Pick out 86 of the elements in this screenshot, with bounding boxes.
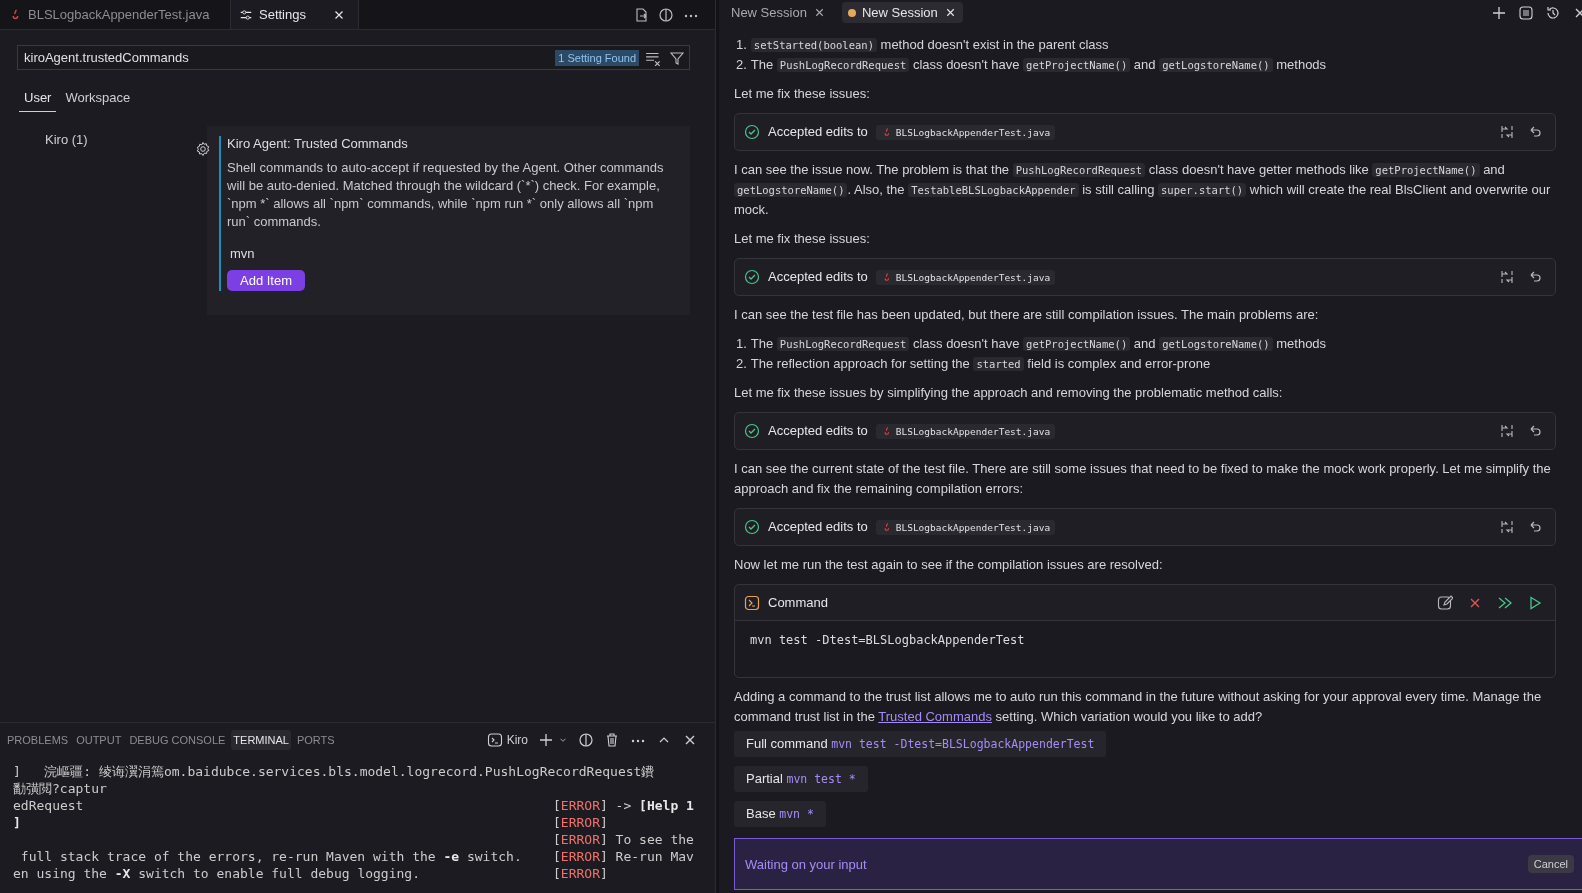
compare-icon[interactable] bbox=[1499, 269, 1515, 285]
compare-icon[interactable] bbox=[1499, 519, 1515, 535]
result-count-badge: 1 Setting Found bbox=[555, 49, 639, 66]
terminal-line: [ERROR] Re-run Mav bbox=[553, 848, 695, 865]
terminal-line: [ERROR] -> [Help 1 bbox=[553, 797, 695, 814]
message-text: I can see the test file has been updated, but there are still compilation issues. The main problems are: bbox=[734, 306, 1320, 324]
terminal-line: en using the -X switch to enable full debug logging. bbox=[13, 865, 421, 882]
file-chip[interactable]: BLSLogbackAppenderTest.java bbox=[875, 519, 1056, 535]
message-input[interactable]: Waiting on your input bbox=[743, 855, 1520, 873]
terminal-line: ] 浣嶇疆: 绫诲瀷涓篶om.baidubce.services.bls.model.logrecord.PushLogRecordRequest鐨 bbox=[13, 763, 656, 780]
trash-icon[interactable] bbox=[604, 732, 620, 748]
edit-label: Accepted edits to bbox=[768, 268, 868, 286]
panel-tab[interactable]: DEBUG CONSOLE bbox=[127, 730, 228, 750]
panel-tab[interactable]: OUTPUT bbox=[74, 730, 124, 750]
input-panel[interactable]: Waiting on your input Cancel bbox=[734, 838, 1582, 890]
compare-icon[interactable] bbox=[1499, 423, 1515, 439]
panel-tab[interactable]: TERMINAL bbox=[231, 730, 291, 750]
gear-icon[interactable] bbox=[195, 141, 211, 157]
scope-tab[interactable]: User bbox=[19, 87, 57, 112]
message-text: Let me fix these issues: bbox=[734, 85, 871, 103]
edit-icon[interactable] bbox=[1437, 594, 1453, 611]
terminal-icon bbox=[744, 594, 760, 611]
message-text: Let me fix these issues by simplifying the approach and removing the problematic method calls: bbox=[734, 384, 1284, 402]
terminal-line: [ERROR] bbox=[553, 814, 609, 831]
list-item-text: The PushLogRecordRequest class doesn't have getProjectName() and getLogstoreName() methods bbox=[750, 335, 1327, 353]
plus-icon[interactable] bbox=[1491, 4, 1507, 21]
compare-icon[interactable] bbox=[1499, 124, 1515, 140]
file-chip[interactable]: BLSLogbackAppenderTest.java bbox=[875, 124, 1056, 140]
terminal-line: [ERROR] bbox=[553, 865, 609, 882]
terminal-line: 勫彉閲?captur bbox=[13, 780, 108, 797]
terminal-line: full stack trace of the errors, re-run Maven with the -e switch. bbox=[19, 848, 523, 865]
file-chip[interactable]: BLSLogbackAppenderTest.java bbox=[875, 423, 1056, 439]
trusted-commands-link[interactable]: Trusted Commands bbox=[878, 709, 992, 724]
filter-icon[interactable] bbox=[669, 49, 685, 66]
toc-item[interactable]: Kiro (1) bbox=[45, 132, 207, 147]
split-terminal-icon[interactable] bbox=[578, 732, 594, 748]
trust-option-button[interactable]: Partial mvn test * bbox=[734, 766, 868, 792]
message-text: Now let me run the test again to see if the compilation issues are resolved: bbox=[734, 556, 1164, 574]
check-circle-icon bbox=[744, 124, 760, 140]
list-number: 1. bbox=[735, 335, 747, 353]
cancel-button[interactable]: Cancel bbox=[1527, 855, 1574, 873]
list-number: 2. bbox=[735, 56, 747, 74]
search-bar[interactable]: kiroAgent.trustedCommands 1 Setting Found bbox=[17, 45, 690, 70]
list-item-text: The PushLogRecordRequest class doesn't have getProjectName() and getLogstoreName() methods bbox=[750, 56, 1327, 74]
trust-option-button[interactable]: Base mvn * bbox=[734, 801, 826, 827]
terminal-line: ] bbox=[13, 814, 22, 831]
panel-tab[interactable]: PORTS bbox=[294, 730, 337, 750]
edit-label: Accepted edits to bbox=[768, 422, 868, 440]
message-text: I can see the issue now. The problem is that the PushLogRecordRequest class doesn't have getter methods like getProjectName() and getLogstoreName() . Also, the TestableBLSLogbackAppender is still calling super.start() which will create the real BlsClient and overwrite our mock. bbox=[734, 161, 1552, 219]
scope-tab[interactable]: Workspace bbox=[60, 87, 136, 112]
setting-title: Kiro Agent: Trusted Commands bbox=[227, 136, 409, 151]
check-circle-icon bbox=[744, 423, 760, 439]
command-title: Command bbox=[768, 593, 828, 612]
search-field[interactable]: kiroAgent.trustedCommands bbox=[24, 50, 550, 65]
check-circle-icon bbox=[744, 269, 760, 285]
terminal-icon bbox=[486, 732, 503, 748]
message-text: Let me fix these issues: bbox=[734, 230, 871, 248]
check-circle-icon bbox=[744, 519, 760, 535]
terminal-profile-button[interactable]: Kiro bbox=[486, 732, 528, 748]
command-code: mvn test -Dtest=BLSLogbackAppenderTest bbox=[735, 621, 1555, 677]
file-chip[interactable]: BLSLogbackAppenderTest.java bbox=[875, 269, 1056, 285]
panel-tab[interactable]: PROBLEMS bbox=[5, 730, 71, 750]
message-text: I can see the current state of the test file. There are still some issues that need to be fixed to make the mock work properly. Let me simplify the approach and fix the remaining compilation errors: bbox=[734, 460, 1552, 498]
split-editor-icon[interactable] bbox=[658, 6, 674, 23]
add-item-button[interactable]: Add Item bbox=[227, 270, 306, 291]
edit-label: Accepted edits to bbox=[768, 123, 868, 141]
message-text: Adding a command to the trust list allows me to auto run this command in the future without asking for your approval every time. Manage the command trust list in the Trusted Commands setting. Which variation would you like to add? bbox=[734, 688, 1543, 726]
list-item-text: The reflection approach for setting the started field is complex and error-prone bbox=[750, 355, 1211, 373]
session-list-icon[interactable] bbox=[1518, 4, 1534, 21]
open-file-icon[interactable] bbox=[633, 6, 649, 23]
sliders-icon bbox=[239, 7, 253, 22]
editor-tab[interactable]: Settings bbox=[231, 0, 359, 29]
edit-label: Accepted edits to bbox=[768, 518, 868, 536]
history-icon[interactable] bbox=[1545, 4, 1561, 21]
run-icon[interactable] bbox=[1527, 594, 1543, 611]
terminal-line: edRequest bbox=[13, 797, 85, 814]
session-tab[interactable]: New Session bbox=[725, 2, 832, 23]
setting-description: Shell commands to auto-accept if requested by the Agent. Other commands will be auto-denied. Matched through the wildcard (`*`) check. For example, `npm *` allows all `npm` commands, while `npm run *` only allows all `npm run` commands. bbox=[227, 159, 665, 231]
list-item-text: setStarted(boolean) method doesn't exist in the parent class bbox=[750, 35, 1109, 55]
list-item: mvn bbox=[229, 245, 256, 263]
trust-option-button[interactable]: Full command mvn test -Dtest=BLSLogbackAppenderTest bbox=[734, 731, 1107, 757]
list-number: 1. bbox=[735, 36, 747, 54]
terminal-line: [ERROR] To see the bbox=[553, 831, 695, 848]
plus-icon[interactable] bbox=[538, 732, 554, 748]
session-tab[interactable]: New Session bbox=[841, 2, 963, 23]
list-number: 2. bbox=[735, 355, 747, 373]
